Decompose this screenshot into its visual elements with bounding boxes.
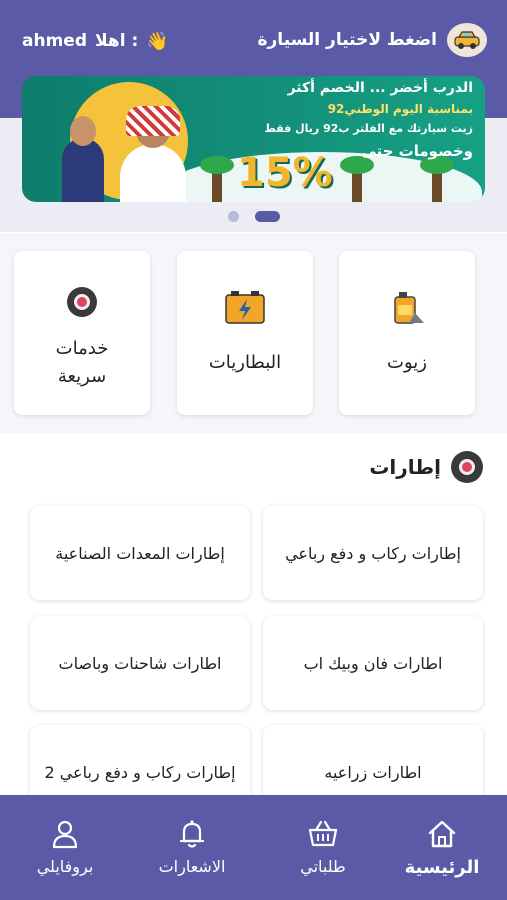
nav-item-orders[interactable]: طلباتي <box>268 795 378 900</box>
banner-offer: زيت سيارتك مع الفلتر ب92 ريال فقط <box>264 122 473 135</box>
greeting-label: اهلا : <box>95 31 139 51</box>
carousel-dot[interactable] <box>228 211 239 222</box>
basket-icon <box>308 820 338 847</box>
car-icon <box>447 23 487 57</box>
select-car-button[interactable]: اضغط لاختيار السيارة <box>257 22 487 58</box>
waving-hand-icon: 👋 <box>146 30 169 52</box>
section-title-tires: إطارات <box>369 450 483 484</box>
service-card-batteries[interactable]: البطاريات <box>177 251 313 415</box>
username: ahmed <box>22 31 87 51</box>
promo-banner[interactable]: الدرب أخضر ... الخصم أكثر بمناسبة اليوم … <box>22 76 485 202</box>
section-title-text: إطارات <box>369 455 441 479</box>
banner-occasion: بمناسبة اليوم الوطني92 <box>327 102 473 116</box>
banner-discount-percent: 15% <box>237 150 333 196</box>
nav-label-profile: بروفايلي <box>36 857 94 876</box>
nav-label-notifications: الاشعارات <box>158 857 226 876</box>
palm-tree-graphic <box>200 156 234 202</box>
banner-discount-label: وخصومات حتى <box>361 142 473 160</box>
service-label-quick-services: خدمات سريعة <box>55 338 109 387</box>
tire-category-card[interactable]: إطارات المعدات الصناعية <box>30 506 250 600</box>
bell-icon <box>179 820 205 848</box>
nav-item-notifications[interactable]: الاشعارات <box>137 795 247 900</box>
palm-tree-graphic <box>420 156 454 202</box>
shemagh-graphic <box>126 106 180 136</box>
nav-label-orders: طلباتي <box>300 857 346 876</box>
nav-item-profile[interactable]: بروفايلي <box>10 795 120 900</box>
battery-icon <box>223 287 267 331</box>
nav-label-home: الرئيسية <box>404 857 480 878</box>
services-row: زيوت البطاريات خدمات سريعة <box>0 233 507 433</box>
oil-can-icon <box>387 287 427 331</box>
banner-headline: الدرب أخضر ... الخصم أكثر <box>287 80 473 96</box>
tire-category-card[interactable]: اطارات فان وبيك اب <box>263 616 483 710</box>
nav-item-home[interactable]: الرئيسية <box>387 795 497 900</box>
palm-tree-graphic <box>340 156 374 202</box>
carousel-indicator <box>0 211 507 223</box>
carousel-dot-active[interactable] <box>255 211 280 222</box>
woman-figure-graphic <box>62 138 104 202</box>
tire-category-card[interactable]: اطارات شاحنات وباصات <box>30 616 250 710</box>
user-icon <box>52 820 78 849</box>
tire-icon <box>451 451 483 483</box>
tire-category-card[interactable]: إطارات ركاب و دفع رباعي <box>263 506 483 600</box>
man-figure-graphic <box>120 144 186 202</box>
tire-icon <box>67 287 97 317</box>
home-icon <box>428 820 456 848</box>
service-card-quick-services[interactable]: خدمات سريعة <box>14 251 150 415</box>
user-greeting: ahmed اهلا : 👋 <box>22 28 169 54</box>
service-label-batteries: البطاريات <box>208 352 282 373</box>
service-label-oils: زيوت <box>387 352 427 373</box>
woman-face-graphic <box>70 116 96 146</box>
select-car-label: اضغط لاختيار السيارة <box>257 30 437 50</box>
bottom-navigation: الرئيسية طلباتي الاشعارات بروفايلي <box>0 795 507 900</box>
service-card-oils[interactable]: زيوت <box>339 251 475 415</box>
